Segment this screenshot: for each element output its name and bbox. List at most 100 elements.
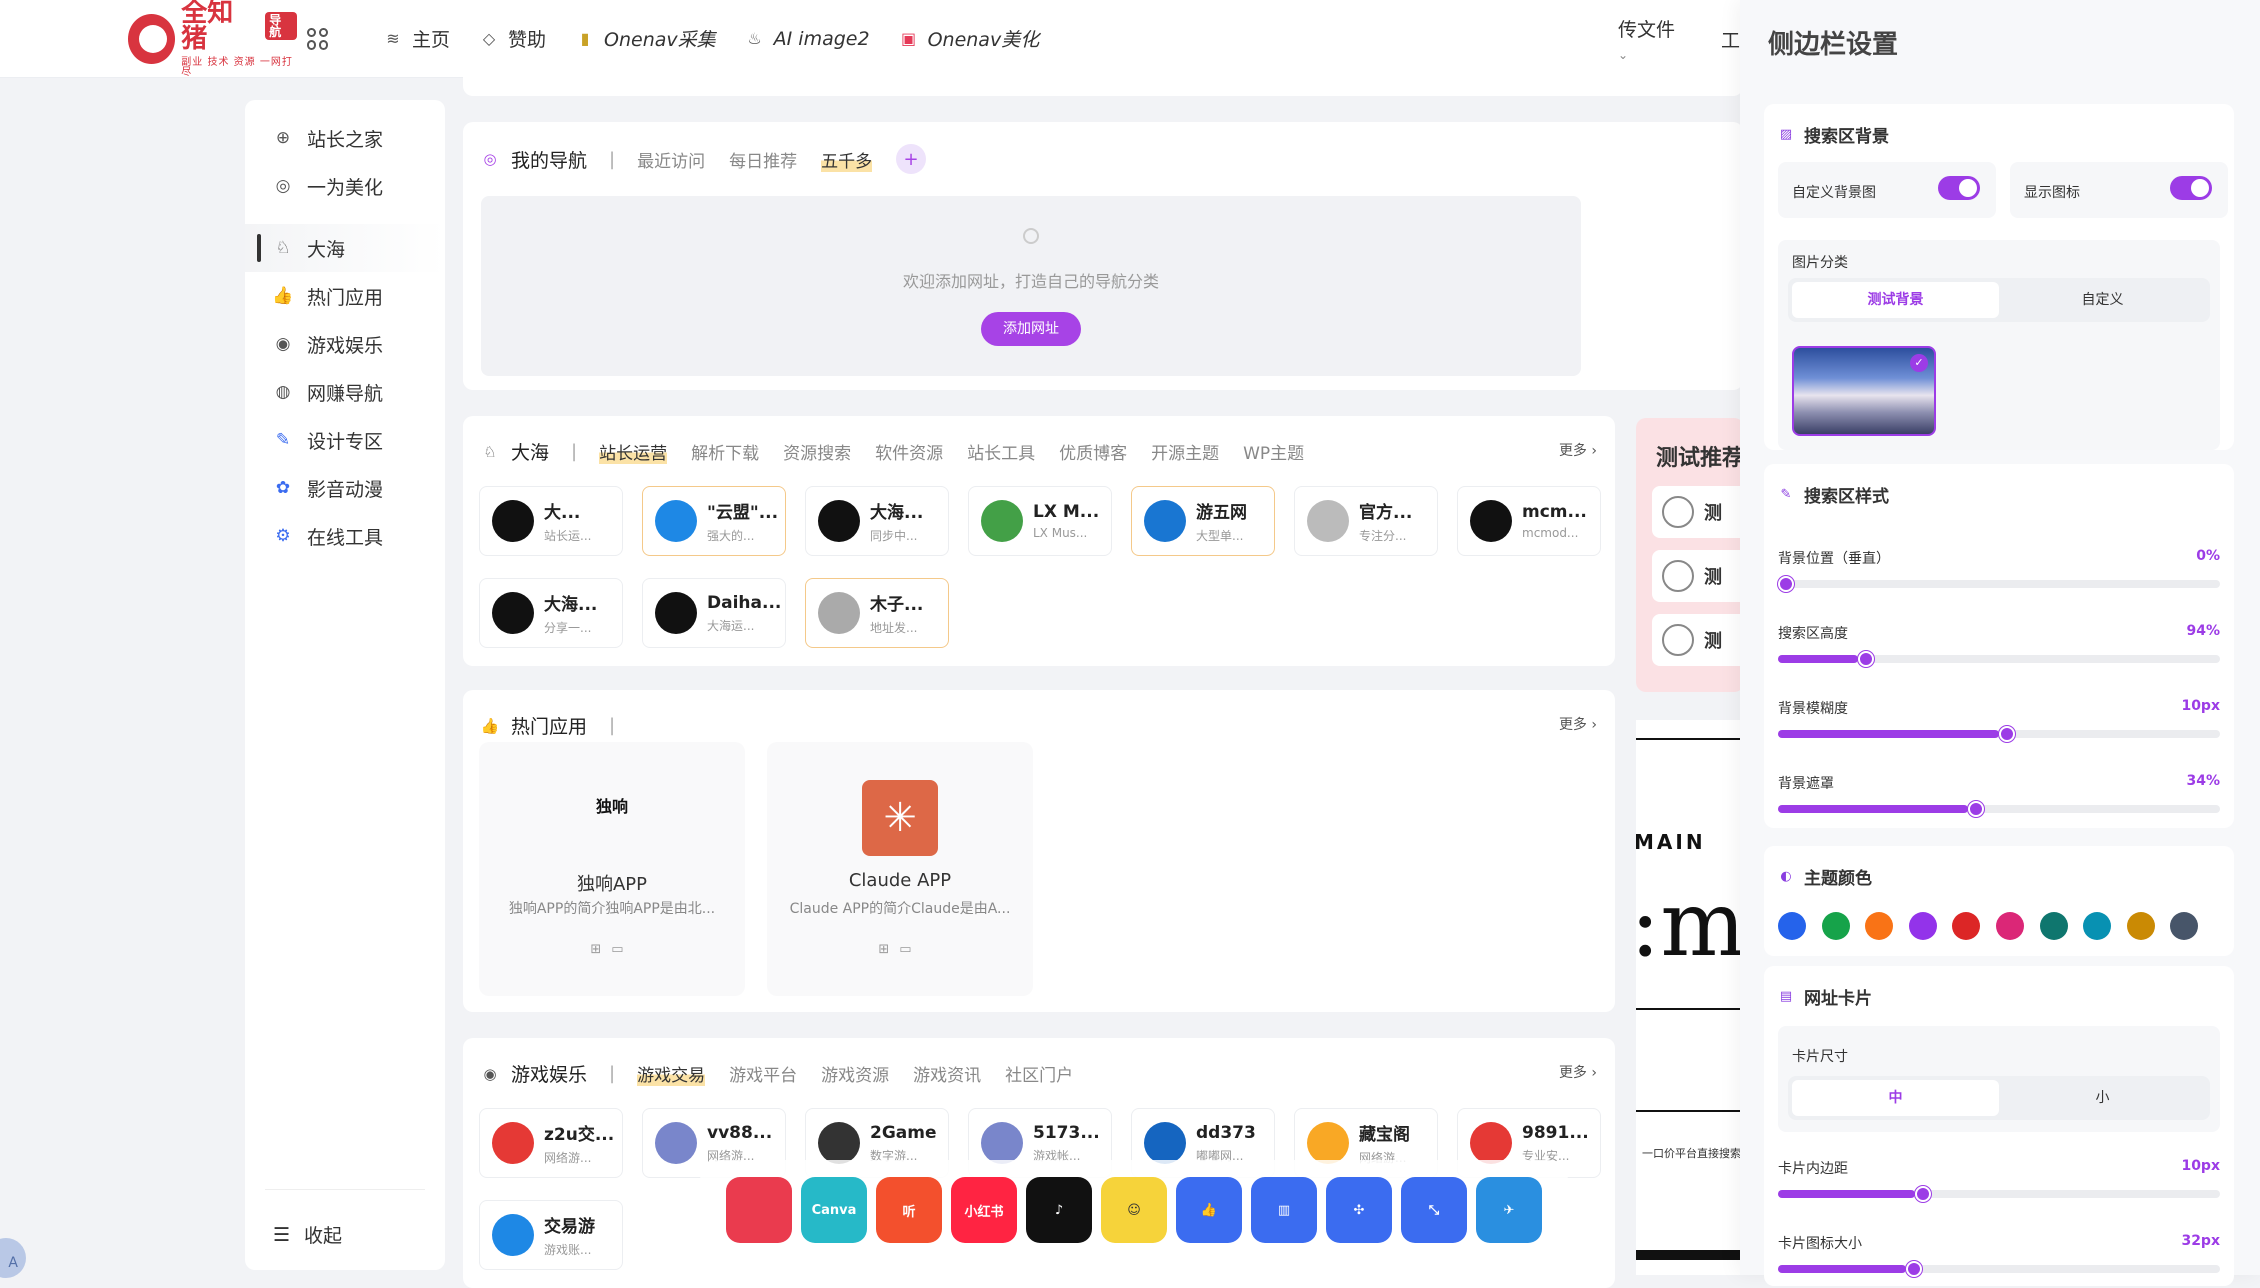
size-option-small[interactable]: 小 [1999,1080,2206,1116]
slider-handle[interactable] [1999,726,2015,742]
category-option-custom[interactable]: 自定义 [1999,282,2206,318]
like-icon[interactable]: 👍 [1176,1177,1242,1243]
sidebar-item-tools[interactable]: ⚙ 在线工具 [245,512,445,560]
tab-6[interactable]: 开源主题 [1151,439,1219,464]
header-extra-menu[interactable]: 工 [1721,26,1740,53]
slider-handle[interactable] [1778,576,1794,592]
sticker-icon[interactable]: ☺ [1101,1177,1167,1243]
color-swatch[interactable] [1908,912,1937,940]
site-card[interactable]: 官方... 专注分... [1294,486,1438,556]
recommend-item[interactable]: 测 [1652,614,1744,666]
slider-track[interactable] [1778,726,2220,742]
sidebar-item-money[interactable]: ◍ 网赚导航 [245,368,445,416]
tab-2[interactable]: 资源搜索 [783,439,851,464]
category-option-test[interactable]: 测试背景 [1792,282,1999,318]
site-card[interactable]: Daiha... 大海运... [642,578,786,648]
recommend-item[interactable]: 测 [1652,486,1744,538]
nav-onenav-collect[interactable]: ▮ Onenav采集 [576,25,716,52]
color-swatch[interactable] [2126,912,2155,940]
color-swatch[interactable] [1952,912,1981,940]
color-swatch[interactable] [2170,912,2199,940]
slider-handle[interactable] [1915,1186,1932,1202]
slider-handle[interactable] [1857,651,1874,667]
color-swatch[interactable] [1996,912,2024,940]
nav-ai-image[interactable]: ♨ AI image2 [746,25,869,52]
sidebar-item-film[interactable]: ✿ 影音动漫 [245,464,445,512]
app-card[interactable]: ✳ Claude APP Claude APP的简介Claude是由A... ⊞… [767,742,1033,996]
tiktok-icon[interactable]: ♪ [1026,1177,1092,1243]
more-link[interactable]: 更多 › [1559,1062,1597,1082]
listen-icon[interactable]: 听 [876,1177,942,1243]
nav-onenav-beautify[interactable]: ▣ Onenav美化 [900,25,1039,52]
show-icon-switch[interactable] [2170,176,2212,200]
slider-track[interactable] [1778,801,2220,817]
tab-recent[interactable]: 最近访问 [637,147,705,172]
slider-row: 背景模糊度 10px [1778,698,2220,742]
site-logo[interactable]: 全知猪 导航 副业 技术 资源 一网打尽 [128,0,329,78]
color-swatch[interactable] [1821,912,1850,940]
site-card[interactable]: "云盟"... 强大的... [642,486,786,556]
canva-icon[interactable]: Canva [801,1177,867,1243]
corner-avatar[interactable]: A [0,1238,26,1278]
sidebar-item-dahai[interactable]: ♘ 大海 [245,224,445,272]
add-tab-icon[interactable]: + [896,144,927,174]
site-card[interactable]: z2u交... 网络游... [479,1108,623,1178]
chart-icon[interactable]: ▥ [1251,1177,1317,1243]
tab-daily[interactable]: 每日推荐 [729,147,797,172]
add-url-button[interactable]: 添加网址 [981,312,1081,346]
tab-3[interactable]: 软件资源 [875,439,943,464]
sidebar-item-yiwei[interactable]: ◎ 一为美化 [245,162,445,210]
apps-grid-icon[interactable] [307,27,329,50]
slider-handle[interactable] [1968,801,1985,817]
xiaohongshu-icon[interactable]: 小红书 [951,1177,1017,1243]
sidebar-item-hot-apps[interactable]: 👍 热门应用 [245,272,445,320]
tab-2[interactable]: 游戏资源 [821,1061,889,1086]
upload-menu[interactable]: 传文件 ⌄ [1618,15,1691,64]
slider-track[interactable] [1778,1261,2220,1277]
site-card[interactable]: 交易游 游戏账... [479,1200,623,1270]
more-link[interactable]: 更多 › [1559,714,1597,734]
pocket-icon[interactable] [726,1177,792,1243]
tab-3[interactable]: 游戏资讯 [913,1061,981,1086]
tab-wuqianduo[interactable]: 五千多 [821,146,873,172]
site-card[interactable]: 游五网 大型单... [1131,486,1275,556]
site-logo-icon [492,500,534,542]
custom-bg-switch[interactable] [1938,176,1980,200]
recommend-item[interactable]: 测 [1652,550,1744,602]
site-card[interactable]: 木子... 地址发... [805,578,949,648]
more-link[interactable]: 更多 › [1559,440,1597,460]
ad-banner[interactable]: MAIN :m 一口价平台直接搜索 [1636,720,1744,1275]
site-card[interactable]: 大... 站长运... [479,486,623,556]
tab-1[interactable]: 游戏平台 [729,1061,797,1086]
bg-thumbnail[interactable]: ✓ [1792,346,1936,436]
slider-track[interactable] [1778,651,2220,667]
sidebar-item-games[interactable]: ◉ 游戏娱乐 [245,320,445,368]
tab-0[interactable]: 游戏交易 [637,1061,706,1086]
size-option-medium[interactable]: 中 [1792,1080,1999,1116]
tab-0[interactable]: 站长运营 [599,439,668,464]
sidebar-item-design[interactable]: ✎ 设计专区 [245,416,445,464]
color-swatch[interactable] [1865,912,1894,940]
color-swatch[interactable] [2083,912,2112,940]
site-card[interactable]: mcm... mcmod... [1457,486,1601,556]
color-swatch[interactable] [1778,912,1806,940]
nav-home[interactable]: ≋ 主页 [384,25,450,52]
nav-sponsor[interactable]: ◇ 赞助 [480,25,546,52]
shrink-icon[interactable]: ⤡ [1401,1177,1467,1243]
slider-track[interactable] [1778,1186,2220,1202]
tab-1[interactable]: 解析下载 [691,439,759,464]
pinwheel-icon[interactable]: ✣ [1326,1177,1392,1243]
tab-5[interactable]: 优质博客 [1059,439,1127,464]
sidebar-collapse-button[interactable]: ☰ 收起 [273,1221,342,1248]
app-card[interactable]: 独响 独响APP 独响APP的简介独响APP是由北... ⊞▭ [479,742,745,996]
color-swatch[interactable] [2039,912,2068,940]
site-card[interactable]: 大海... 分享一... [479,578,623,648]
tab-7[interactable]: WP主题 [1243,439,1304,464]
slider-track[interactable] [1778,576,2220,592]
site-card[interactable]: LX M... LX Mus... [968,486,1112,556]
site-card[interactable]: 大海... 同步中... [805,486,949,556]
sidebar-item-zhanzhang[interactable]: ⊕ 站长之家 [245,114,445,162]
tab-4[interactable]: 社区门户 [1005,1061,1073,1086]
tab-4[interactable]: 站长工具 [967,439,1035,464]
telegram-icon[interactable]: ✈ [1476,1177,1542,1243]
